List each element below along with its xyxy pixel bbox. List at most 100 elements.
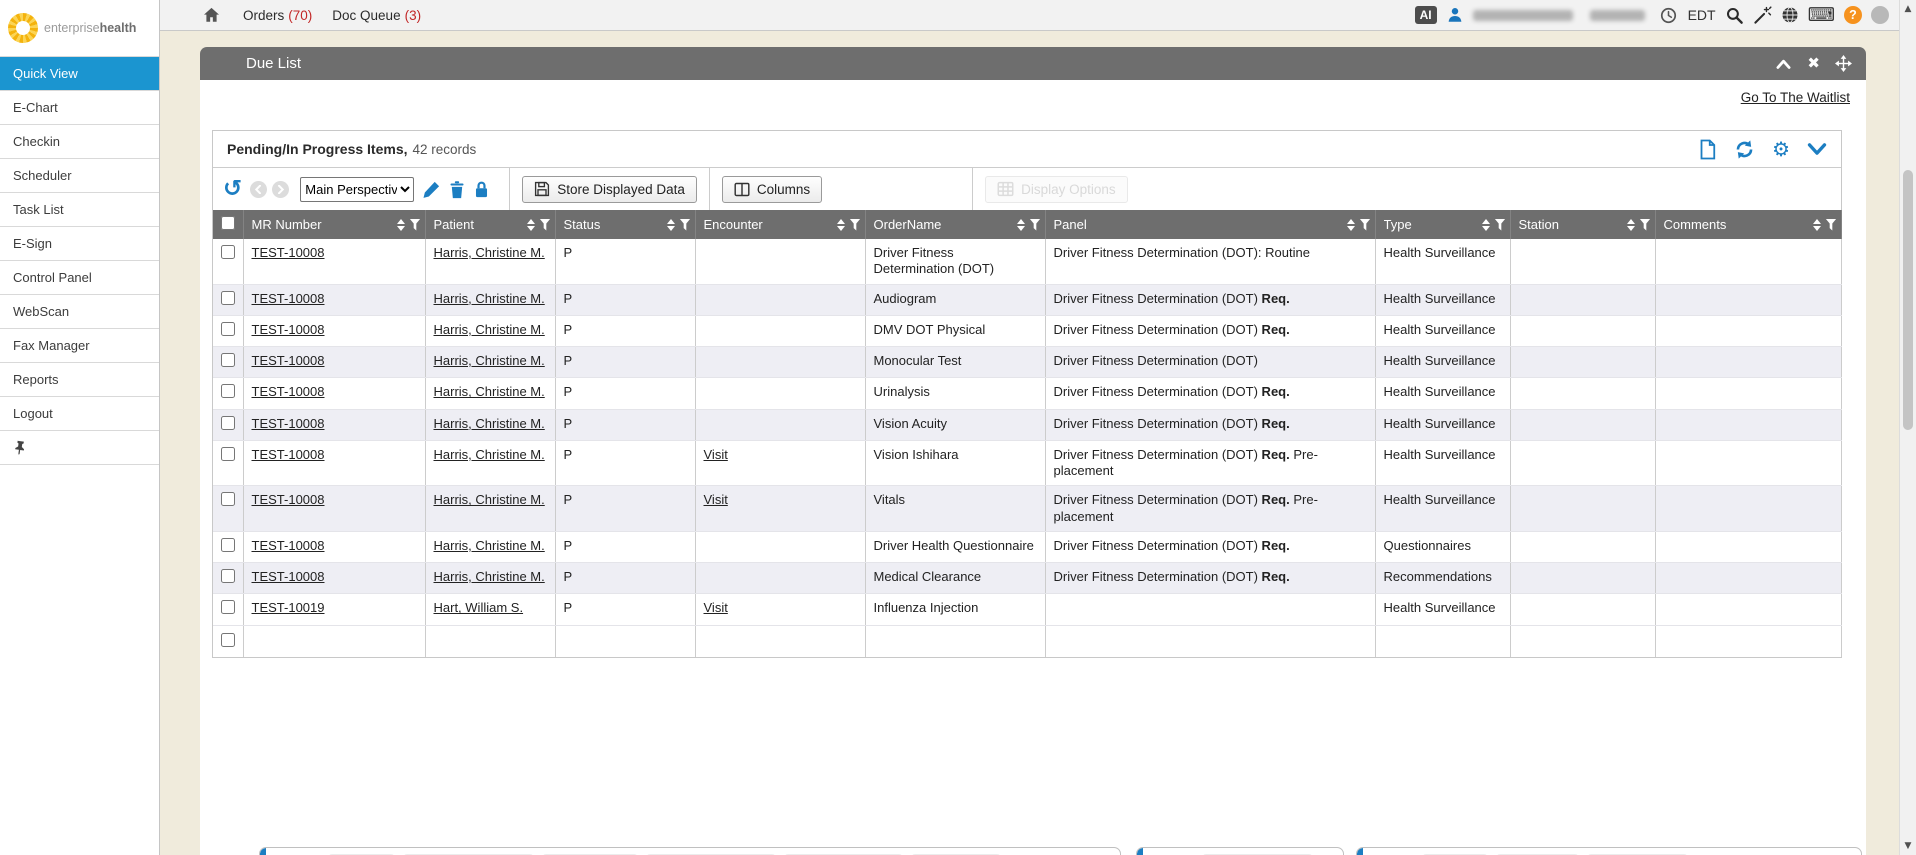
filter-icon[interactable] — [410, 219, 421, 231]
user-icon[interactable] — [1446, 6, 1464, 24]
filter-icon[interactable] — [1640, 219, 1651, 231]
chevron-down-icon[interactable] — [1807, 142, 1827, 156]
sort-icon[interactable] — [1017, 219, 1025, 231]
sort-icon[interactable] — [1347, 219, 1355, 231]
patient-link[interactable]: Harris, Christine M. — [434, 447, 545, 462]
filter-icon[interactable] — [850, 219, 861, 231]
sidebar-item-quick-view[interactable]: Quick View — [0, 57, 159, 91]
move-icon[interactable] — [1835, 55, 1852, 72]
sidebar-item-fax-manager[interactable]: Fax Manager — [0, 329, 159, 363]
ai-badge[interactable]: AI — [1415, 6, 1437, 24]
row-checkbox[interactable] — [221, 416, 235, 430]
keyboard-icon[interactable]: ⌨ — [1808, 6, 1835, 25]
help-icon[interactable]: ? — [1844, 6, 1862, 24]
column-header-comments[interactable]: Comments — [1655, 210, 1841, 239]
mr-number-link[interactable]: TEST-10008 — [252, 538, 325, 553]
column-header-mr-number[interactable]: MR Number — [243, 210, 425, 239]
mr-number-link[interactable]: TEST-10008 — [252, 245, 325, 260]
sort-icon[interactable] — [667, 219, 675, 231]
patient-link[interactable]: Hart, William S. — [434, 600, 524, 615]
row-checkbox[interactable] — [221, 492, 235, 506]
due-list-titlebar[interactable]: Due List ✖ — [200, 47, 1866, 80]
sidebar-item-reports[interactable]: Reports — [0, 363, 159, 397]
sidebar-pin-button[interactable] — [0, 431, 159, 465]
scroll-up-arrow[interactable]: ▲ — [1900, 4, 1916, 14]
new-document-icon[interactable] — [1698, 139, 1717, 160]
search-icon[interactable] — [1725, 6, 1744, 25]
sidebar-item-control-panel[interactable]: Control Panel — [0, 261, 159, 295]
sort-icon[interactable] — [1813, 219, 1821, 231]
sort-icon[interactable] — [1627, 219, 1635, 231]
avatar[interactable] — [1871, 6, 1889, 24]
sidebar-item-e-chart[interactable]: E-Chart — [0, 91, 159, 125]
mr-number-link[interactable]: TEST-10008 — [252, 447, 325, 462]
sort-icon[interactable] — [837, 219, 845, 231]
mr-number-link[interactable]: TEST-10008 — [252, 384, 325, 399]
patient-link[interactable]: Harris, Christine M. — [434, 384, 545, 399]
sidebar-item-webscan[interactable]: WebScan — [0, 295, 159, 329]
column-header-station[interactable]: Station — [1510, 210, 1655, 239]
sidebar-item-scheduler[interactable]: Scheduler — [0, 159, 159, 193]
patient-link[interactable]: Harris, Christine M. — [434, 322, 545, 337]
row-checkbox[interactable] — [221, 353, 235, 367]
filter-icon[interactable] — [1360, 219, 1371, 231]
patient-link[interactable]: Harris, Christine M. — [434, 291, 545, 306]
column-header-ordername[interactable]: OrderName — [865, 210, 1045, 239]
sidebar-item-logout[interactable]: Logout — [0, 397, 159, 431]
row-checkbox[interactable] — [221, 245, 235, 259]
column-header-patient[interactable]: Patient — [425, 210, 555, 239]
filter-icon[interactable] — [540, 219, 551, 231]
mr-number-link[interactable]: TEST-10019 — [252, 600, 325, 615]
row-checkbox[interactable] — [221, 600, 235, 614]
filter-icon[interactable] — [680, 219, 691, 231]
clock-icon[interactable] — [1660, 7, 1677, 24]
magic-wand-icon[interactable] — [1753, 6, 1772, 25]
patient-link[interactable]: Harris, Christine M. — [434, 492, 545, 507]
sidebar-item-task-list[interactable]: Task List — [0, 193, 159, 227]
patient-link[interactable]: Harris, Christine M. — [434, 245, 545, 260]
sort-icon[interactable] — [1482, 219, 1490, 231]
sort-icon[interactable] — [397, 219, 405, 231]
select-all-checkbox[interactable] — [221, 216, 235, 230]
store-displayed-data-button[interactable]: Store Displayed Data — [522, 176, 697, 203]
home-icon[interactable] — [202, 6, 221, 24]
mr-number-link[interactable]: TEST-10008 — [252, 569, 325, 584]
row-checkbox[interactable] — [221, 291, 235, 305]
mr-number-link[interactable]: TEST-10008 — [252, 322, 325, 337]
user-name-redacted[interactable] — [1473, 10, 1573, 21]
collapse-icon[interactable] — [1775, 57, 1792, 71]
column-header-panel[interactable]: Panel — [1045, 210, 1375, 239]
row-checkbox[interactable] — [221, 569, 235, 583]
row-checkbox[interactable] — [221, 447, 235, 461]
gear-icon[interactable]: ⚙ — [1772, 139, 1790, 159]
column-header-status[interactable]: Status — [555, 210, 695, 239]
column-header-type[interactable]: Type — [1375, 210, 1510, 239]
refresh-icon[interactable] — [1734, 139, 1755, 160]
close-icon[interactable]: ✖ — [1807, 56, 1820, 71]
undo-icon[interactable]: ↺ — [223, 178, 242, 201]
patient-link[interactable]: Harris, Christine M. — [434, 569, 545, 584]
filter-icon[interactable] — [1495, 219, 1506, 231]
mr-number-link[interactable]: TEST-10008 — [252, 416, 325, 431]
sidebar-item-e-sign[interactable]: E-Sign — [0, 227, 159, 261]
go-to-waitlist-link[interactable]: Go To The Waitlist — [1741, 90, 1850, 105]
sidebar-item-checkin[interactable]: Checkin — [0, 125, 159, 159]
encounter-visit-link[interactable]: Visit — [704, 492, 728, 507]
encounter-visit-link[interactable]: Visit — [704, 447, 728, 462]
delete-perspective-icon[interactable] — [448, 180, 466, 199]
mr-number-link[interactable]: TEST-10008 — [252, 492, 325, 507]
scroll-down-arrow[interactable]: ▼ — [1900, 841, 1916, 851]
mr-number-link[interactable]: TEST-10008 — [252, 291, 325, 306]
row-checkbox[interactable] — [221, 384, 235, 398]
mr-number-link[interactable]: TEST-10008 — [252, 353, 325, 368]
topnav-link-doc-queue[interactable]: Doc Queue(3) — [332, 8, 421, 23]
patient-link[interactable]: Harris, Christine M. — [434, 416, 545, 431]
filter-icon[interactable] — [1826, 219, 1837, 231]
column-header-encounter[interactable]: Encounter — [695, 210, 865, 239]
perspective-select[interactable]: Main Perspective — [300, 177, 414, 202]
enterprise-health-logo[interactable]: enterprisehealth — [0, 0, 159, 56]
columns-button[interactable]: Columns — [722, 176, 822, 203]
patient-link[interactable]: Harris, Christine M. — [434, 353, 545, 368]
row-checkbox[interactable] — [221, 538, 235, 552]
sort-icon[interactable] — [527, 219, 535, 231]
